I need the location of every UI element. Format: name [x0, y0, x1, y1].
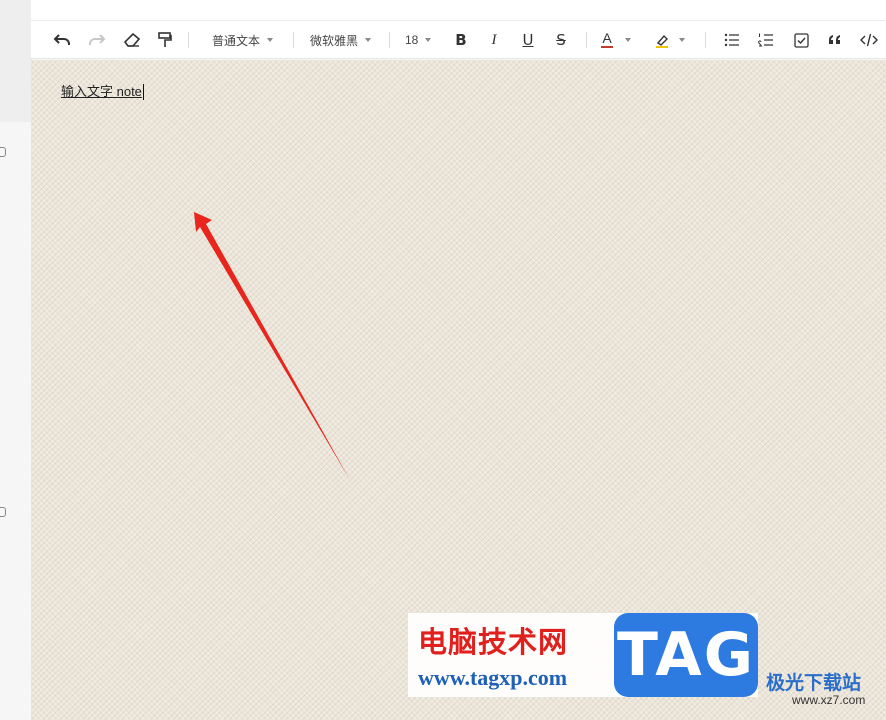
- watermark-tag-badge: TAG: [614, 613, 758, 697]
- annotation-arrow: [194, 212, 350, 480]
- watermark-tag-text: TAG: [617, 620, 755, 690]
- arrow-shape: [194, 212, 350, 480]
- watermark-site-name: 电脑技术网: [418, 625, 569, 659]
- watermark-side-url: www.xz7.com: [792, 693, 866, 707]
- watermark-banner: 电脑技术网 www.tagxp.com TAG: [408, 613, 758, 697]
- watermark-site-url: www.tagxp.com: [418, 665, 568, 690]
- watermark-side-title: 极光下载站: [766, 672, 862, 694]
